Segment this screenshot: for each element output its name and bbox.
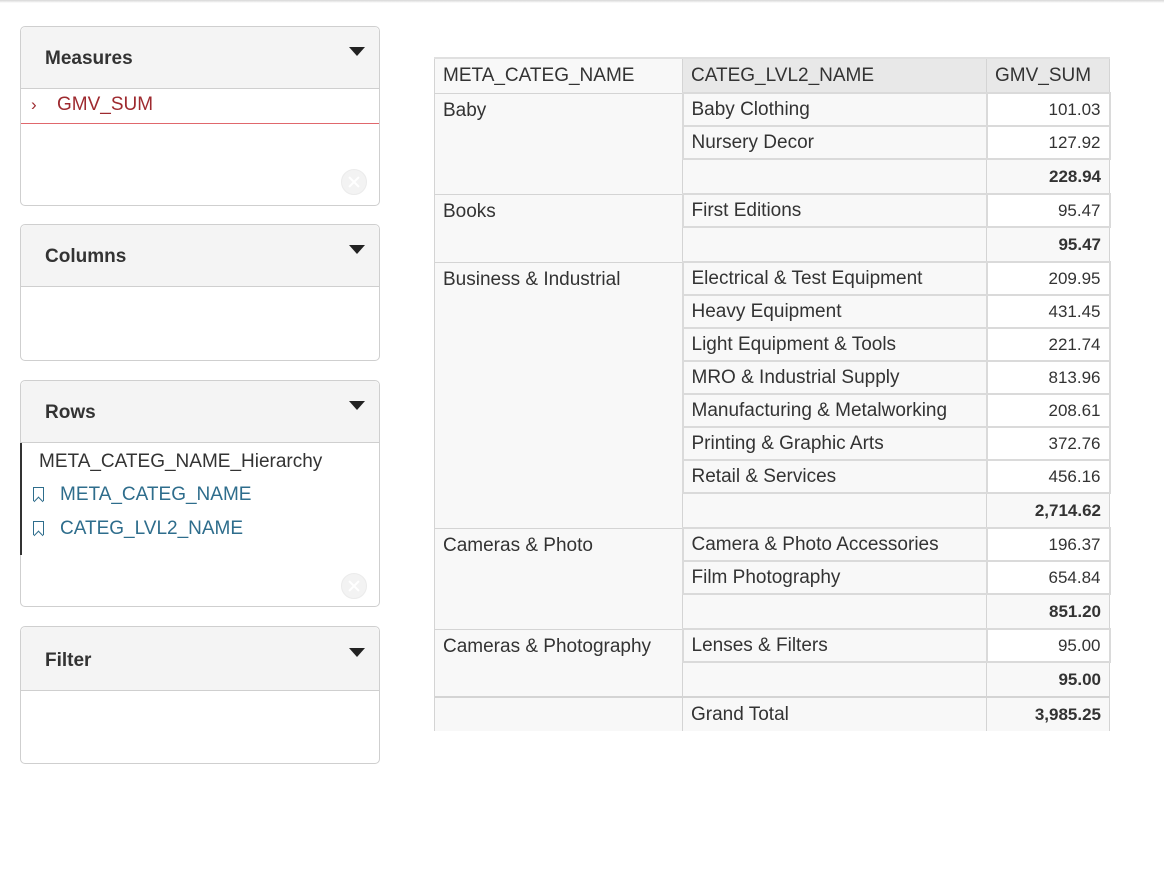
- subtotal-value-cell: 228.94: [986, 158, 1110, 195]
- bookmark-icon: [33, 521, 44, 535]
- grand-total-label: Grand Total: [682, 696, 987, 731]
- gmv-value-cell: 456.16: [985, 459, 1111, 494]
- rows-panel-header: Rows: [21, 381, 379, 443]
- gmv-value-cell: 196.37: [985, 527, 1111, 562]
- category-lvl2-cell[interactable]: Manufacturing & Metalworking: [681, 393, 988, 428]
- rows-drop-zone[interactable]: META_CATEG_NAME_Hierarchy META_CATEG_NAM…: [20, 443, 379, 607]
- grand-total-value: 3,985.25: [986, 696, 1110, 731]
- category-lvl2-cell[interactable]: Nursery Decor: [681, 125, 988, 160]
- table-row: Baby Baby Clothing 101.03: [434, 92, 1111, 195]
- row-level-label: CATEG_LVL2_NAME: [60, 518, 244, 539]
- category-lvl2-cell[interactable]: First Editions: [681, 193, 988, 228]
- table-row: Books First Editions 95.47: [434, 193, 1111, 263]
- gmv-value-cell: 95.47: [985, 193, 1111, 228]
- caret-down-icon[interactable]: [349, 245, 365, 254]
- columns-drop-zone[interactable]: [21, 287, 379, 360]
- columns-panel-title: Columns: [45, 246, 127, 267]
- rows-panel: Rows META_CATEG_NAME_Hierarchy META_CATE…: [20, 380, 380, 607]
- hierarchy-indicator-bar: [20, 443, 22, 555]
- measures-panel-title: Measures: [45, 48, 133, 69]
- category-lvl2-cell[interactable]: Printing & Graphic Arts: [681, 426, 988, 461]
- category-lvl2-cell[interactable]: Lenses & Filters: [681, 628, 988, 663]
- row-level-label: META_CATEG_NAME: [60, 484, 252, 505]
- header-categ-lvl2-name[interactable]: CATEG_LVL2_NAME: [682, 57, 987, 94]
- subtotal-blank-cell: [682, 662, 987, 698]
- meta-category-cell[interactable]: Baby: [434, 92, 683, 195]
- category-lvl2-cell[interactable]: MRO & Industrial Supply: [681, 360, 988, 395]
- row-level-categ-lvl2-name[interactable]: CATEG_LVL2_NAME: [33, 518, 243, 540]
- filter-panel: Filter: [20, 626, 380, 764]
- category-lvl2-cell[interactable]: Baby Clothing: [681, 92, 988, 127]
- filter-panel-title: Filter: [45, 650, 92, 671]
- table-row: Business & Industrial Electrical & Test E…: [434, 261, 1111, 529]
- caret-down-icon[interactable]: [349, 401, 365, 410]
- bookmark-icon: [33, 487, 44, 501]
- measures-panel-header: Measures: [21, 27, 379, 89]
- header-meta-categ-name[interactable]: META_CATEG_NAME: [434, 57, 683, 94]
- hierarchy-label[interactable]: META_CATEG_NAME_Hierarchy: [39, 451, 322, 473]
- subtotal-value-cell: 2,714.62: [986, 492, 1110, 529]
- category-lvl2-cell[interactable]: Heavy Equipment: [681, 294, 988, 329]
- measure-item-label: GMV_SUM: [57, 94, 154, 115]
- meta-category-cell[interactable]: Business & Industrial: [434, 261, 683, 529]
- gmv-value-cell: 208.61: [985, 393, 1111, 428]
- gmv-value-cell: 127.92: [985, 125, 1111, 160]
- meta-category-cell[interactable]: Books: [434, 193, 683, 263]
- gmv-value-cell: 431.45: [985, 294, 1111, 329]
- subtotal-blank-cell: [682, 227, 987, 263]
- row-level-meta-categ-name[interactable]: META_CATEG_NAME: [33, 484, 251, 506]
- gmv-value-cell: 654.84: [985, 560, 1111, 595]
- chevron-right-icon[interactable]: ›: [31, 95, 37, 115]
- filter-drop-zone[interactable]: [21, 691, 379, 763]
- gmv-value-cell: 95.00: [985, 628, 1111, 663]
- category-lvl2-cell[interactable]: Light Equipment & Tools: [681, 327, 988, 362]
- meta-category-cell[interactable]: Cameras & Photo: [434, 527, 683, 630]
- remove-circle-icon[interactable]: [341, 573, 367, 599]
- subtotal-value-cell: 95.00: [986, 661, 1110, 698]
- caret-down-icon[interactable]: [349, 47, 365, 56]
- columns-panel: Columns: [20, 224, 380, 361]
- caret-down-icon[interactable]: [349, 648, 365, 657]
- pivot-body: Baby Baby Clothing 101.03 Nursery Decor 127.…: [434, 92, 1111, 731]
- pivot-header-row: META_CATEG_NAME CATEG_LVL2_NAME GMV_SUM: [434, 57, 1110, 94]
- subtotal-value-cell: 851.20: [986, 593, 1110, 630]
- subtotal-value-cell: 95.47: [986, 226, 1110, 263]
- category-lvl2-cell[interactable]: Retail & Services: [681, 459, 988, 494]
- grand-total-row: Grand Total 3,985.25: [434, 696, 1110, 731]
- columns-panel-header: Columns: [21, 225, 379, 287]
- rows-panel-title: Rows: [45, 402, 96, 423]
- table-row: Cameras & Photo Camera & Photo Accessorie…: [434, 527, 1111, 630]
- category-lvl2-cell[interactable]: Camera & Photo Accessories: [681, 527, 988, 562]
- subtotal-blank-cell: [682, 159, 987, 195]
- measure-item-gmv-sum[interactable]: › GMV_SUM: [21, 89, 379, 124]
- filter-panel-header: Filter: [21, 627, 379, 691]
- category-lvl2-cell[interactable]: Film Photography: [681, 560, 988, 595]
- table-row: Cameras & Photography Lenses & Filters 95.…: [434, 628, 1111, 698]
- remove-circle-icon[interactable]: [341, 169, 367, 195]
- gmv-value-cell: 101.03: [985, 92, 1111, 127]
- subtotal-blank-cell: [682, 493, 987, 529]
- measures-panel: Measures › GMV_SUM: [20, 26, 380, 206]
- header-gmv-sum[interactable]: GMV_SUM: [986, 57, 1110, 94]
- gmv-value-cell: 813.96: [985, 360, 1111, 395]
- grand-total-blank-cell: [434, 696, 683, 731]
- gmv-value-cell: 372.76: [985, 426, 1111, 461]
- gmv-value-cell: 209.95: [985, 261, 1111, 296]
- gmv-value-cell: 221.74: [985, 327, 1111, 362]
- measures-drop-zone[interactable]: › GMV_SUM: [21, 89, 379, 205]
- pivot-table: META_CATEG_NAME CATEG_LVL2_NAME GMV_SUM …: [434, 57, 1111, 731]
- subtotal-blank-cell: [682, 594, 987, 630]
- meta-category-cell[interactable]: Cameras & Photography: [434, 628, 683, 698]
- category-lvl2-cell[interactable]: Electrical & Test Equipment: [681, 261, 988, 296]
- top-edge-shadow: [0, 0, 1164, 3]
